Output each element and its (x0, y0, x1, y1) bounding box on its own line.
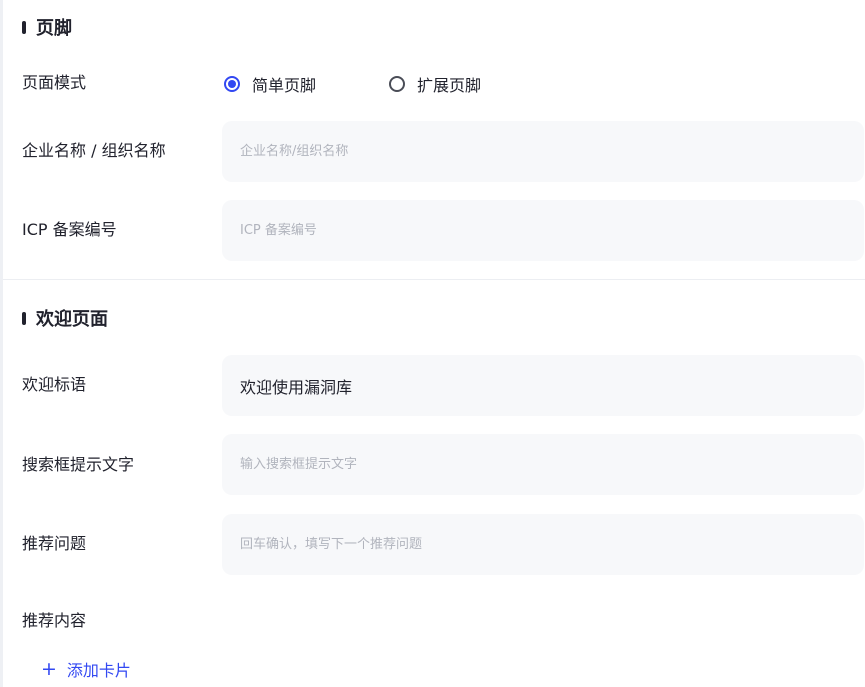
section-divider (3, 279, 865, 280)
icp-number-input[interactable] (238, 222, 848, 239)
footer-section-title: 页脚 (22, 15, 72, 39)
page-mode-label: 页面模式 (22, 73, 87, 92)
search-hint-field[interactable] (222, 434, 864, 495)
welcome-section-title: 欢迎页面 (22, 306, 108, 330)
welcome-slogan-field[interactable] (222, 355, 864, 416)
radio-checked-icon[interactable] (224, 76, 240, 92)
page-mode-radio-group: 简单页脚 扩展页脚 (224, 72, 554, 96)
search-hint-label: 搜索框提示文字 (22, 455, 135, 474)
section-title-bar (22, 20, 26, 34)
icp-number-field[interactable] (222, 200, 864, 261)
search-hint-input[interactable] (238, 456, 848, 473)
plus-icon[interactable]: + (41, 659, 57, 679)
company-name-field[interactable] (222, 121, 864, 182)
radio-simple-footer[interactable]: 简单页脚 (224, 72, 316, 96)
welcome-section-title-text: 欢迎页面 (36, 309, 108, 330)
radio-extended-footer[interactable]: 扩展页脚 (389, 72, 481, 96)
company-name-input[interactable] (238, 143, 848, 160)
radio-extended-footer-label[interactable]: 扩展页脚 (417, 72, 481, 96)
add-card-button[interactable]: + 添加卡片 (41, 657, 131, 681)
settings-page: 页脚 页面模式 简单页脚 扩展页脚 企业名称 / 组织名称 ICP 备案编号 欢… (0, 0, 865, 687)
footer-section-title-text: 页脚 (36, 18, 72, 39)
recommended-content-label: 推荐内容 (22, 611, 87, 630)
welcome-slogan-label: 欢迎标语 (22, 375, 87, 394)
company-name-label: 企业名称 / 组织名称 (22, 141, 166, 160)
radio-simple-footer-label[interactable]: 简单页脚 (252, 72, 316, 96)
recommended-questions-field[interactable] (222, 514, 864, 575)
icp-number-label: ICP 备案编号 (22, 220, 117, 239)
recommended-questions-input[interactable] (238, 536, 848, 553)
add-card-label[interactable]: 添加卡片 (67, 657, 131, 681)
recommended-questions-label: 推荐问题 (22, 534, 87, 553)
welcome-slogan-input[interactable] (238, 375, 848, 396)
section-title-bar (22, 311, 26, 325)
radio-unchecked-icon[interactable] (389, 76, 406, 92)
